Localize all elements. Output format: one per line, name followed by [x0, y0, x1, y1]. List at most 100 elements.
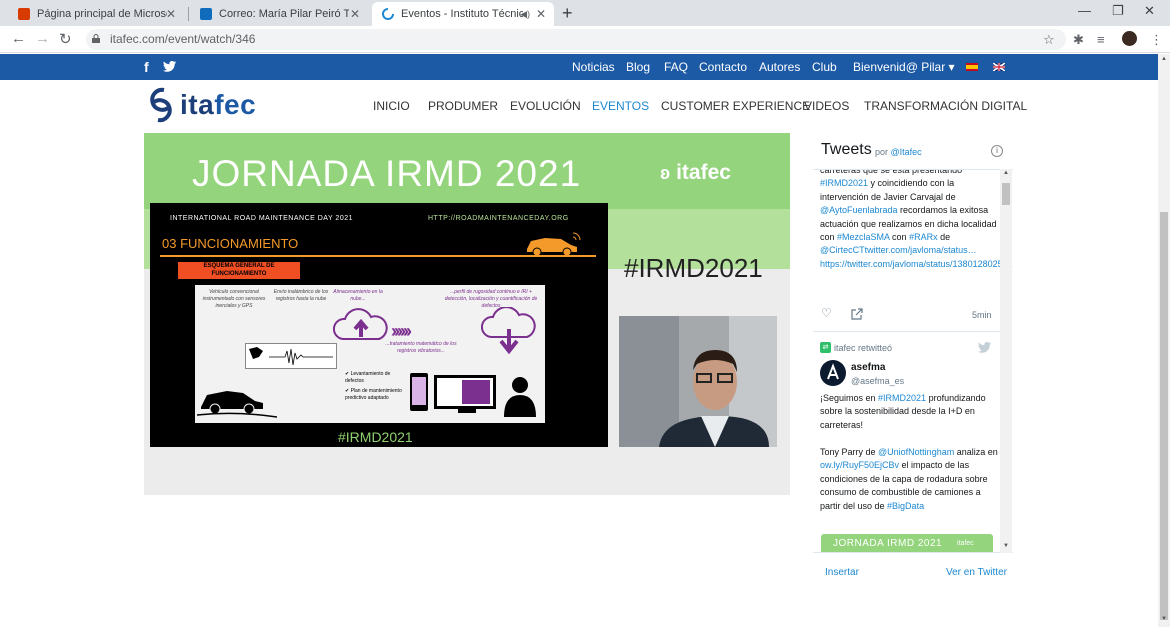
topnav-contacto[interactable]: Contacto	[699, 60, 747, 74]
tweet-text-segment: analiza en	[954, 447, 998, 457]
diagram-check-1: ✔ Levantamiento de defectos	[345, 371, 391, 384]
window-close-icon[interactable]: ✕	[1144, 3, 1155, 19]
close-icon[interactable]: ✕	[536, 7, 546, 21]
address-bar[interactable]: itafec.com/event/watch/346	[86, 29, 1066, 50]
chevron-arrows-icon: ››››››	[391, 321, 412, 341]
scroll-up-icon[interactable]: ▲	[1161, 56, 1167, 62]
tab-outlook[interactable]: Correo: María Pilar Peiró Torres - Outlo…	[190, 2, 368, 26]
video-player[interactable]: JORNADA IRMD 2021 ʚ itafec #IRMD2021 INT…	[144, 133, 790, 495]
tweet-media-logo: itafec	[957, 540, 974, 547]
devices-icon	[410, 373, 536, 417]
tweet-link[interactable]: @AytoFuenlabrada	[820, 205, 898, 215]
twitter-widget: Tweets por @Itafec i carreteras que se e…	[813, 133, 1013, 583]
extensions-icon[interactable]: ✱	[1073, 32, 1084, 48]
nav-inicio[interactable]: INICIO	[373, 99, 410, 113]
forward-icon[interactable]: →	[35, 30, 50, 47]
menu-icon[interactable]: ⋮	[1150, 32, 1163, 48]
user-menu[interactable]: Bienvenid@ Pilar ▾	[853, 60, 955, 74]
nav-videos[interactable]: VIDEOS	[804, 99, 849, 113]
retweet-icon: ⇄	[820, 342, 831, 353]
tweet-feed: carreteras que se está presentando #IRMD…	[813, 169, 1013, 553]
tweet-link[interactable]: @CirtecCTtwitter.com/javloma/status… htt…	[820, 245, 1013, 268]
diagram-step-2: Envío inalámbrico de los registros hasta…	[273, 289, 329, 302]
close-icon[interactable]: ✕	[350, 7, 360, 21]
view-on-twitter-link[interactable]: Ver en Twitter	[946, 567, 1007, 578]
avatar[interactable]	[820, 360, 846, 386]
nav-eventos[interactable]: EVENTOS	[592, 99, 649, 113]
minimize-icon[interactable]: —	[1078, 3, 1091, 18]
twitter-widget-byline: por @Itafec	[875, 147, 922, 157]
tweet-author-handle[interactable]: @asefma_es	[851, 376, 904, 386]
back-icon[interactable]: ←	[11, 30, 26, 47]
twitter-bird-icon[interactable]	[978, 342, 991, 353]
close-icon[interactable]: ✕	[166, 7, 176, 21]
nav-produmer[interactable]: PRODUMER	[428, 99, 498, 113]
topnav-blog[interactable]: Blog	[626, 60, 650, 74]
tweet-text: carreteras que se está presentando #IRMD…	[820, 169, 1013, 271]
tab-office[interactable]: Página principal de Microsoft Office ✕	[8, 2, 184, 26]
retweet-label: itafec retwitteó	[834, 343, 893, 353]
lock-icon	[92, 34, 100, 43]
diagram-check-2: ✔ Plan de mantenimiento predictivo adapt…	[345, 388, 402, 401]
cloud-upload-icon	[333, 308, 388, 340]
nav-evolucion[interactable]: EVOLUCIÓN	[510, 99, 581, 113]
tweet-link[interactable]: #IRMD2021	[820, 178, 868, 188]
info-icon[interactable]: i	[991, 145, 1003, 157]
insert-link[interactable]: Insertar	[825, 567, 859, 578]
logo-text-part-1: ita	[180, 89, 215, 120]
twitter-icon[interactable]	[163, 61, 176, 72]
facebook-icon[interactable]: f	[144, 59, 149, 75]
tweet-link[interactable]: #IRMD2021	[878, 393, 926, 403]
topnav-club[interactable]: Club	[812, 60, 837, 74]
reload-icon[interactable]: ↻	[59, 30, 72, 48]
media-control-icon[interactable]: ≡	[1097, 32, 1105, 47]
topnav-noticias[interactable]: Noticias	[572, 60, 615, 74]
tweet-media[interactable]: JORNADA IRMD 2021 itafec	[821, 534, 993, 552]
slide-hashtag: #IRMD2021	[338, 429, 413, 445]
tweet-author-name[interactable]: asefma	[851, 362, 885, 373]
logo-text-part-2: fec	[214, 89, 257, 120]
bookmark-star-icon[interactable]: ☆	[1043, 32, 1055, 48]
tab-title: Página principal de Microsoft Office	[37, 8, 167, 20]
maximize-icon[interactable]: ❐	[1112, 3, 1124, 19]
like-icon[interactable]: ♡	[821, 306, 832, 320]
page-scrollbar[interactable]: ▲ ▼	[1158, 54, 1170, 627]
tweet-text: ¡Seguimos en #IRMD2021 profundizando sob…	[820, 392, 998, 432]
topnav-autores[interactable]: Autores	[759, 60, 800, 74]
nav-transformacion-digital[interactable]: TRANSFORMACIÓN DIGITAL	[864, 99, 1027, 113]
share-icon[interactable]	[851, 308, 863, 320]
tab-eventos[interactable]: Eventos - Instituto Técnico de la Estruc…	[372, 2, 554, 26]
scrollbar-thumb[interactable]	[1160, 212, 1168, 620]
tweet-link[interactable]: ow.ly/RuyF50EjCBv	[820, 460, 899, 470]
spanish-flag-icon[interactable]	[966, 63, 978, 71]
byline-handle[interactable]: @Itafec	[891, 147, 922, 157]
nav-customer-experience[interactable]: CUSTOMER EXPERIENCE	[661, 99, 810, 113]
tweet-link[interactable]: #RARx	[909, 232, 938, 242]
slide-section-title: 03 FUNCIONAMIENTO	[162, 236, 299, 251]
signal-chart-icon	[245, 343, 337, 369]
avatar[interactable]	[1122, 31, 1137, 46]
tweet-text-segment: carreteras que se está presentando	[820, 169, 963, 175]
slide-url: HTTP://ROADMAINTENANCEDAY.ORG	[428, 215, 569, 222]
scrollbar-thumb[interactable]	[1002, 183, 1010, 205]
site-logo[interactable]: itafec	[148, 86, 256, 124]
tweet-link[interactable]: @UniofNottingham	[878, 447, 954, 457]
tab-title: Correo: María Pilar Peiró Torres - Outlo…	[219, 8, 349, 20]
topnav-faq[interactable]: FAQ	[664, 60, 688, 74]
tweet-time[interactable]: 5min	[972, 310, 992, 320]
scroll-down-icon[interactable]: ▼	[1003, 543, 1009, 549]
tweet-link[interactable]: #BigData	[887, 501, 924, 511]
scroll-down-icon[interactable]: ▼	[1161, 616, 1167, 622]
url-text: itafec.com/event/watch/346	[110, 32, 256, 46]
video-hashtag: #IRMD2021	[624, 253, 763, 283]
audio-icon[interactable]: ◀)	[520, 9, 530, 20]
slide-header: INTERNATIONAL ROAD MAINTENANCE DAY 2021	[170, 215, 353, 222]
browser-tab-bar: Página principal de Microsoft Office ✕ C…	[0, 0, 1170, 26]
tweet-feed-scrollbar[interactable]: ▲ ▼	[1000, 169, 1012, 553]
english-flag-icon[interactable]	[993, 63, 1005, 71]
tab-title: Eventos - Instituto Técnico de la Estruc…	[401, 8, 523, 20]
outlook-icon	[200, 8, 212, 20]
scroll-up-icon[interactable]: ▲	[1003, 170, 1009, 176]
tweet-link[interactable]: #MezclaSMA	[837, 232, 890, 242]
new-tab-button[interactable]: +	[562, 3, 573, 24]
